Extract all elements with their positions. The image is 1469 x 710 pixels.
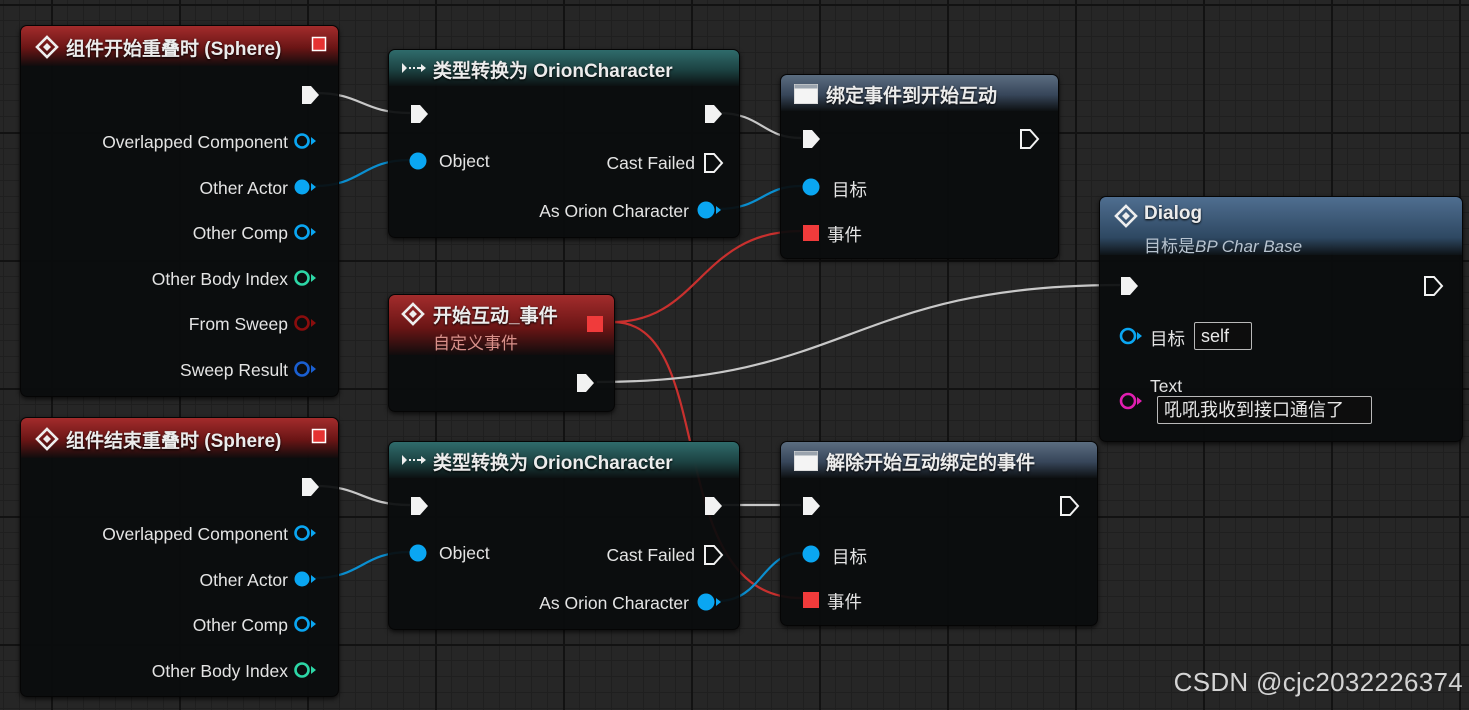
pin-label-other-comp: Other Comp [192, 615, 288, 635]
object-in-pin[interactable] [407, 542, 429, 564]
pin-label-object: Object [439, 543, 490, 563]
exec-out-pin[interactable] [1018, 128, 1040, 150]
object-in-pin-target[interactable] [1118, 325, 1144, 347]
event-diamond-icon [35, 35, 59, 59]
pin-label-from-sweep: From Sweep [188, 314, 288, 334]
pin-label-sweep-result: Sweep Result [180, 360, 288, 380]
pin-label-target: 目标 [832, 180, 867, 200]
exec-in-pin[interactable] [800, 495, 822, 517]
delegate-out-pin[interactable] [586, 315, 604, 333]
delegate-in-pin[interactable] [800, 222, 822, 244]
cast-arrow-icon [402, 455, 426, 465]
delegate-in-pin[interactable] [800, 589, 822, 611]
exec-wire-custom-to-dialog [596, 283, 1121, 384]
pin-label-event: 事件 [827, 225, 862, 245]
exec-in-pin[interactable] [408, 495, 430, 517]
exec-in-pin[interactable] [408, 103, 430, 125]
delegate-pin-icon[interactable] [311, 36, 327, 52]
exec-out-pin[interactable] [1058, 495, 1080, 517]
node-title: 解除开始互动绑定的事件 [826, 453, 1036, 474]
custom-event-node[interactable]: 开始互动_事件 自定义事件 [388, 294, 615, 412]
pin-label-other-actor: Other Actor [199, 178, 288, 198]
exec-out-pin[interactable] [702, 103, 724, 125]
bind-event-node[interactable]: 绑定事件到开始互动 目标 事件 [780, 74, 1059, 259]
object-pin-other-comp[interactable] [293, 222, 319, 242]
pin-label-cast-failed: Cast Failed [606, 545, 695, 565]
exec-out-pin[interactable] [574, 372, 596, 394]
pin-label-cast-failed: Cast Failed [606, 153, 695, 173]
object-in-pin[interactable] [407, 150, 429, 172]
pin-label-as-orion-character: As Orion Character [539, 201, 689, 221]
cast-to-orion-character-node[interactable]: 类型转换为 OrionCharacter Object Cast Failed … [388, 49, 740, 238]
exec-out-pin[interactable] [1422, 275, 1444, 297]
object-pin-other-actor[interactable] [293, 177, 319, 197]
pin-label-overlapped-component: Overlapped Component [102, 132, 288, 152]
pin-label-other-actor: Other Actor [199, 570, 288, 590]
watermark: CSDN @cjc2032226374 [1173, 667, 1463, 697]
pin-label-other-body-index: Other Body Index [151, 661, 288, 681]
node-title: Dialog [1144, 203, 1203, 224]
end-overlap-event-node[interactable]: 组件结束重叠时 (Sphere) Overlapped Component Ot… [20, 417, 339, 697]
object-pin-other-actor[interactable] [293, 569, 319, 589]
node-title: 组件结束重叠时 (Sphere) [66, 431, 282, 452]
text-in-pin[interactable] [1118, 390, 1144, 412]
pin-label-other-body-index: Other Body Index [151, 269, 288, 289]
delegate-wire-custom-to-bind [612, 229, 802, 324]
exec-out-pin[interactable] [299, 476, 321, 498]
struct-pin-sweep-result[interactable] [293, 359, 319, 379]
node-title: 开始互动_事件 [433, 306, 558, 327]
bool-pin-from-sweep[interactable] [293, 313, 319, 333]
pin-label-event: 事件 [827, 592, 862, 612]
text-value-field[interactable]: 吼吼我收到接口通信了 [1157, 396, 1372, 424]
pin-label-overlapped-component: Overlapped Component [102, 524, 288, 544]
node-title: 组件开始重叠时 (Sphere) [66, 39, 282, 60]
exec-out-pin[interactable] [299, 84, 321, 106]
function-window-icon [794, 84, 818, 104]
subtitle-prefix: 目标是 [1144, 237, 1195, 256]
node-title: 类型转换为 OrionCharacter [433, 61, 673, 82]
pin-label-object: Object [439, 151, 490, 171]
function-window-icon [794, 451, 818, 471]
node-title: 类型转换为 OrionCharacter [433, 453, 673, 474]
pin-label-target: 目标 [832, 547, 867, 567]
node-subtitle: 目标是BP Char Base [1144, 232, 1302, 257]
int-pin-other-body-index[interactable] [293, 660, 319, 680]
cast-arrow-icon [402, 63, 426, 73]
object-in-pin-target[interactable] [800, 543, 822, 565]
delegate-pin-icon[interactable] [311, 428, 327, 444]
object-pin-overlapped-component[interactable] [293, 131, 319, 151]
event-diamond-icon [401, 302, 425, 326]
cast-to-orion-character-node-2[interactable]: 类型转换为 OrionCharacter Object Cast Failed … [388, 441, 740, 630]
pin-label-other-comp: Other Comp [192, 223, 288, 243]
node-title: 绑定事件到开始互动 [826, 86, 998, 107]
begin-overlap-event-node[interactable]: 组件开始重叠时 (Sphere) Overlapped Component Ot… [20, 25, 339, 397]
dialog-function-node[interactable]: Dialog 目标是BP Char Base 目标 self Text 吼吼我收… [1099, 196, 1463, 442]
pin-label-target: 目标 [1150, 329, 1185, 349]
unbind-event-node[interactable]: 解除开始互动绑定的事件 目标 事件 [780, 441, 1098, 626]
int-pin-other-body-index[interactable] [293, 268, 319, 288]
function-diamond-icon [1114, 204, 1138, 228]
object-pin-overlapped-component[interactable] [293, 523, 319, 543]
exec-out-pin-cast-failed[interactable] [702, 544, 724, 566]
pin-label-text: Text [1150, 376, 1183, 396]
exec-in-pin[interactable] [1118, 275, 1140, 297]
event-diamond-icon [35, 427, 59, 451]
node-subtitle: 自定义事件 [433, 334, 518, 353]
exec-out-pin[interactable] [702, 495, 724, 517]
exec-in-pin[interactable] [800, 128, 822, 150]
target-self-field[interactable]: self [1194, 322, 1252, 350]
object-pin-other-comp[interactable] [293, 614, 319, 634]
object-in-pin-target[interactable] [800, 176, 822, 198]
exec-out-pin-cast-failed[interactable] [702, 152, 724, 174]
object-out-pin[interactable] [696, 591, 722, 613]
object-out-pin[interactable] [696, 199, 722, 221]
pin-label-as-orion-character: As Orion Character [539, 593, 689, 613]
subtitle-class: BP Char Base [1195, 237, 1303, 256]
